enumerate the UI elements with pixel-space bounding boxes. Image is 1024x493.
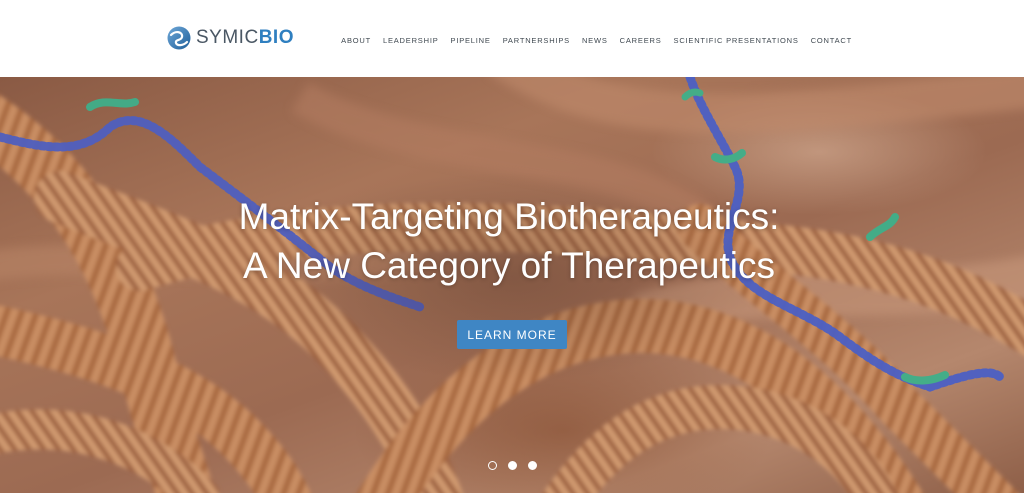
symicbio-swirl-icon (167, 26, 191, 50)
nav-item-news[interactable]: NEWS (582, 36, 608, 45)
hero-title: Matrix-Targeting Biotherapeutics: A New … (0, 192, 1018, 290)
logo-text-bio: BIO (258, 27, 294, 48)
nav-item-leadership[interactable]: LEADERSHIP (383, 36, 439, 45)
carousel-dot-2[interactable] (508, 460, 517, 470)
nav-item-partnerships[interactable]: PARTNERSHIPS (503, 36, 570, 45)
nav-item-scientific-presentations[interactable]: SCIENTIFIC PRESENTATIONS (674, 36, 799, 45)
logo-wordmark: SYMICBIO (196, 26, 294, 50)
hero-carousel: Matrix-Targeting Biotherapeutics: A New … (0, 77, 1024, 493)
main-nav: ABOUT LEADERSHIP PIPELINE PARTNERSHIPS N… (341, 34, 852, 46)
nav-item-pipeline[interactable]: PIPELINE (451, 36, 491, 45)
site-header: SYMICBIO ABOUT LEADERSHIP PIPELINE PARTN… (0, 0, 1024, 77)
carousel-dot-3[interactable] (528, 460, 537, 470)
nav-item-contact[interactable]: CONTACT (811, 36, 852, 45)
learn-more-button[interactable]: LEARN MORE (457, 320, 567, 349)
hero-title-line2: A New Category of Therapeutics (243, 245, 775, 286)
logo-text-symic: SYMIC (196, 27, 259, 48)
logo[interactable]: SYMICBIO (167, 25, 294, 51)
hero-title-line1: Matrix-Targeting Biotherapeutics: (238, 196, 780, 237)
nav-item-about[interactable]: ABOUT (341, 36, 371, 45)
carousel-pagination (488, 459, 548, 471)
carousel-dot-1[interactable] (488, 460, 497, 470)
nav-item-careers[interactable]: CAREERS (620, 36, 662, 45)
